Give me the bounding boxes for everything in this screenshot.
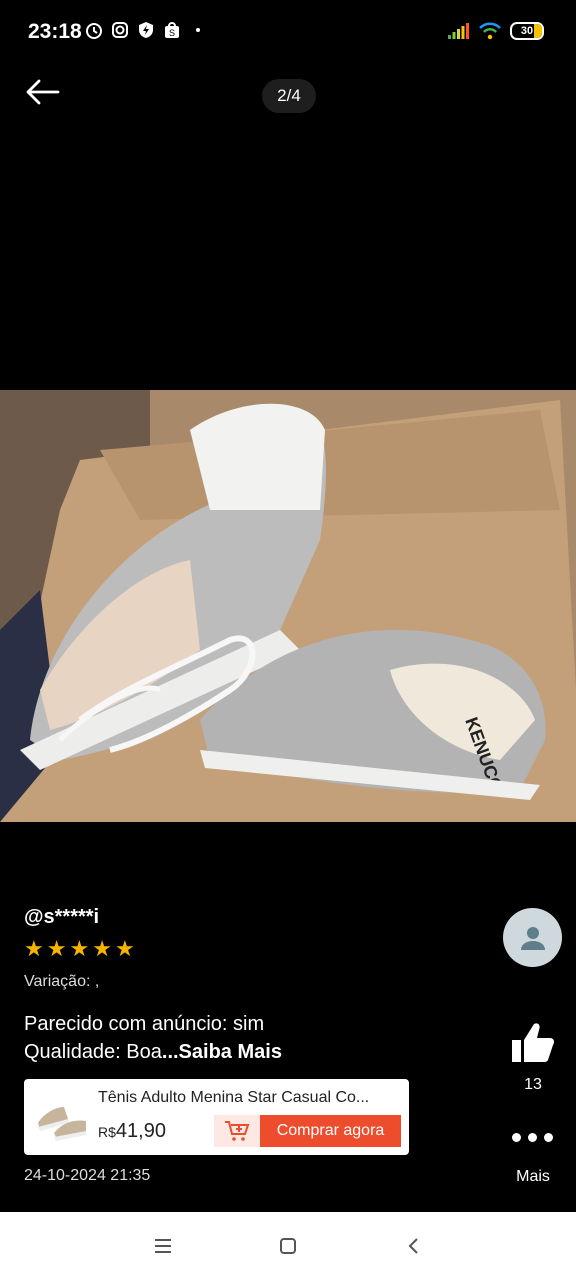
star-icon: ★ <box>24 936 44 961</box>
product-thumbnail <box>34 1089 90 1145</box>
signal-icon <box>448 23 469 39</box>
avatar[interactable] <box>503 908 562 967</box>
svg-text:S: S <box>169 28 175 38</box>
dot-icon <box>196 28 200 32</box>
chevron-left-icon <box>408 1238 418 1254</box>
battery-level: 30 <box>520 25 534 37</box>
star-icon: ★ <box>69 936 90 961</box>
arrow-left-icon <box>26 79 60 105</box>
image-counter: 2/4 <box>262 79 316 113</box>
review-date: 24-10-2024 21:35 <box>24 1167 151 1184</box>
review-line-2-text: Qualidade: Boa <box>24 1041 162 1063</box>
system-nav-bar <box>0 1212 576 1280</box>
alarm-icon <box>86 23 102 39</box>
review-line-2: Qualidade: Boa...Saiba Mais <box>24 1038 494 1066</box>
back-button[interactable] <box>24 76 64 108</box>
shopping-bag-icon: S <box>165 22 179 38</box>
recent-apps-button[interactable] <box>149 1234 177 1258</box>
shield-icon <box>139 22 153 38</box>
notification-icons: S <box>84 20 208 40</box>
add-to-cart-button[interactable] <box>214 1115 260 1147</box>
system-icons: 30 <box>448 22 544 40</box>
star-icon: ★ <box>92 936 112 961</box>
price-value: 41,90 <box>115 1120 166 1142</box>
product-title: Tênis Adulto Menina Star Casual Co... <box>98 1089 370 1106</box>
cart-plus-icon <box>225 1121 250 1141</box>
instagram-icon <box>112 22 128 38</box>
home-button[interactable] <box>274 1234 302 1258</box>
square-icon <box>280 1238 296 1254</box>
wifi-icon <box>479 22 501 40</box>
like-button[interactable] <box>510 1020 556 1066</box>
battery-icon: 30 <box>510 22 544 40</box>
like-count: 13 <box>524 1076 542 1093</box>
more-options-label[interactable]: Mais <box>500 1168 566 1186</box>
thumbs-up-icon <box>512 1023 554 1062</box>
status-time: 23:18 <box>28 20 82 43</box>
read-more-link[interactable]: ...Saiba Mais <box>162 1041 282 1063</box>
star-icon: ★ <box>46 936 67 961</box>
product-price: R$41,90 <box>98 1120 166 1143</box>
more-options-icon[interactable] <box>512 1130 554 1144</box>
menu-icon <box>155 1239 171 1253</box>
star-icon: ★ <box>114 936 135 961</box>
rating-stars: ★ ★ ★ ★ ★ <box>24 938 135 960</box>
review-text: Parecido com anúncio: sim Qualidade: Boa… <box>24 1010 494 1066</box>
buy-now-button[interactable]: Comprar agora <box>260 1115 401 1147</box>
currency: R$ <box>98 1124 116 1140</box>
sneaker-photo-illustration: KENUCCI <box>0 390 576 822</box>
status-bar: 23:18 S 30 <box>0 0 576 64</box>
review-line-1: Parecido com anúncio: sim <box>24 1013 265 1035</box>
system-back-button[interactable] <box>399 1234 427 1258</box>
product-card[interactable]: Tênis Adulto Menina Star Casual Co... R$… <box>24 1079 409 1155</box>
review-photo[interactable]: KENUCCI <box>0 390 576 822</box>
user-icon <box>520 926 545 950</box>
reviewer-name: @s*****i <box>24 906 100 928</box>
variation-label: Variação: , <box>24 973 100 990</box>
